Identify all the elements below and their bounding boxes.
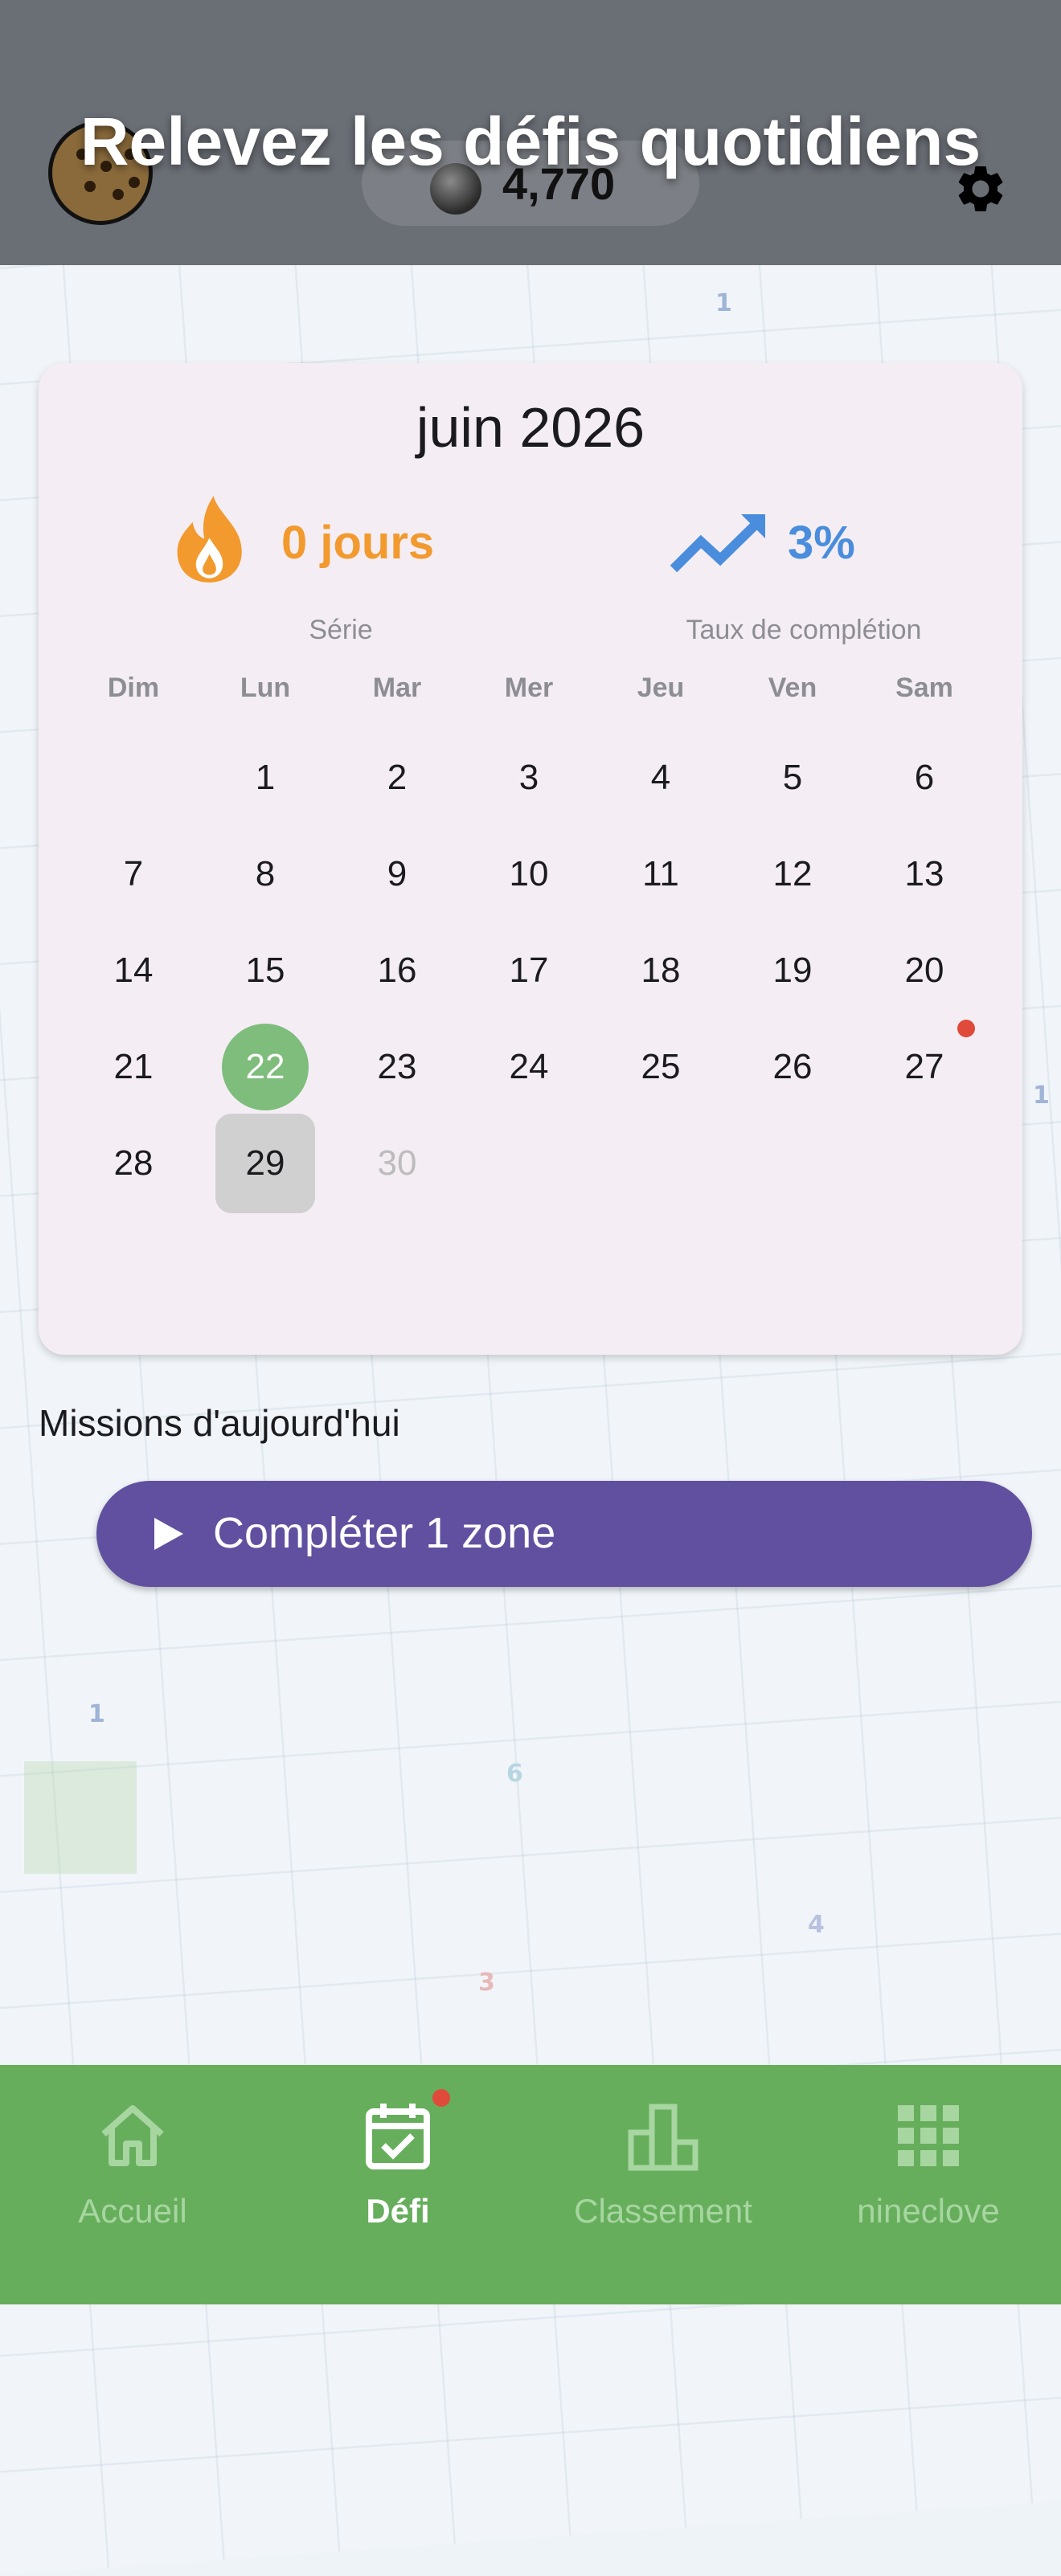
play-icon (154, 1518, 183, 1550)
calendar-day[interactable]: 10 (485, 831, 572, 918)
calendar-day[interactable]: 12 (749, 831, 836, 918)
calendar-day[interactable]: 18 (617, 927, 704, 1014)
weekday-label: Sam (895, 673, 953, 703)
nav-item-defi[interactable]: Défi (265, 2065, 530, 2304)
background-decoration: 4 (808, 1911, 825, 1939)
completion-value: 3% (788, 517, 855, 569)
calendar-card: juin 2026 0 jours 3% Série Taux de compl… (39, 363, 1022, 1355)
calendar-day[interactable]: 21 (90, 1024, 177, 1110)
weekday-label: Jeu (637, 673, 685, 703)
background-decoration: 1 (715, 289, 732, 317)
home-icon (101, 2105, 164, 2166)
weekday-label: Mer (504, 673, 554, 703)
gear-icon[interactable] (952, 161, 1009, 217)
calendar-day[interactable]: 22 (222, 1024, 309, 1110)
missions-title: Missions d'aujourd'hui (39, 1402, 400, 1444)
calendar-day[interactable]: 8 (222, 831, 309, 918)
background-decoration: 3 (478, 1969, 495, 1997)
calendar-day[interactable]: 26 (749, 1024, 836, 1110)
calendar-day[interactable]: 7 (90, 831, 177, 918)
weekday-label: Mar (372, 673, 422, 703)
background-decoration: 6 (506, 1760, 523, 1788)
flame-icon (177, 496, 242, 583)
page-title: Relevez les défis quotidiens (80, 104, 981, 179)
calendar-day[interactable]: 27 (881, 1024, 968, 1110)
calendar-day[interactable]: 28 (90, 1120, 177, 1207)
calendar-day[interactable]: 30 (354, 1120, 440, 1207)
calendar-day[interactable]: 20 (881, 927, 968, 1014)
calendar-day[interactable]: 19 (749, 927, 836, 1014)
bar-chart-icon (628, 2104, 698, 2171)
notification-dot (432, 2089, 450, 2107)
completion-label: Taux de complétion (686, 615, 922, 645)
nav-label: nineclove (857, 2192, 1000, 2230)
nav-label: Classement (574, 2192, 752, 2230)
nav-label: Défi (366, 2192, 430, 2230)
bottom-navigation: Accueil Défi Classement nineclove (0, 2065, 1061, 2304)
background-decoration (24, 1761, 137, 1874)
grid-icon (898, 2105, 959, 2166)
calendar-day[interactable]: 6 (881, 734, 968, 821)
calendar-day[interactable]: 4 (617, 734, 704, 821)
trending-up-icon (670, 514, 765, 573)
calendar-day[interactable]: 3 (485, 734, 572, 821)
mission-label: Compléter 1 zone (213, 1509, 556, 1557)
calendar-day[interactable]: 9 (354, 831, 440, 918)
nav-item-classement[interactable]: Classement (530, 2065, 796, 2304)
calendar-day[interactable]: 23 (354, 1024, 440, 1110)
streak-label: Série (309, 615, 373, 645)
notification-dot (957, 1020, 975, 1037)
nav-label: Accueil (78, 2192, 187, 2230)
weekday-label: Lun (240, 673, 291, 703)
calendar-day[interactable]: 24 (485, 1024, 572, 1110)
calendar-day[interactable]: 25 (617, 1024, 704, 1110)
calendar-day[interactable]: 11 (617, 831, 704, 918)
streak-value: 0 jours (281, 517, 435, 569)
background-decoration: 1 (1033, 1082, 1050, 1110)
weekday-label: Dim (107, 673, 160, 703)
background-decoration: 1 (88, 1700, 105, 1728)
mission-button[interactable]: Compléter 1 zone (96, 1481, 1032, 1587)
calendar-day[interactable]: 1 (222, 734, 309, 821)
calendar-check-icon (366, 2104, 430, 2169)
month-title: juin 2026 (416, 396, 645, 459)
calendar-day[interactable]: 14 (90, 927, 177, 1014)
calendar-day[interactable]: 2 (354, 734, 440, 821)
calendar-day[interactable]: 29 (215, 1114, 315, 1213)
calendar-day[interactable]: 17 (485, 927, 572, 1014)
top-bar: 4,770 Relevez les défis quotidiens (0, 0, 1061, 265)
calendar-day[interactable]: 15 (222, 927, 309, 1014)
nav-item-accueil[interactable]: Accueil (0, 2065, 265, 2304)
weekday-label: Ven (768, 673, 817, 703)
calendar-day[interactable]: 16 (354, 927, 440, 1014)
calendar-day[interactable]: 5 (749, 734, 836, 821)
nav-item-nineclove[interactable]: nineclove (796, 2065, 1061, 2304)
calendar-day[interactable]: 13 (881, 831, 968, 918)
